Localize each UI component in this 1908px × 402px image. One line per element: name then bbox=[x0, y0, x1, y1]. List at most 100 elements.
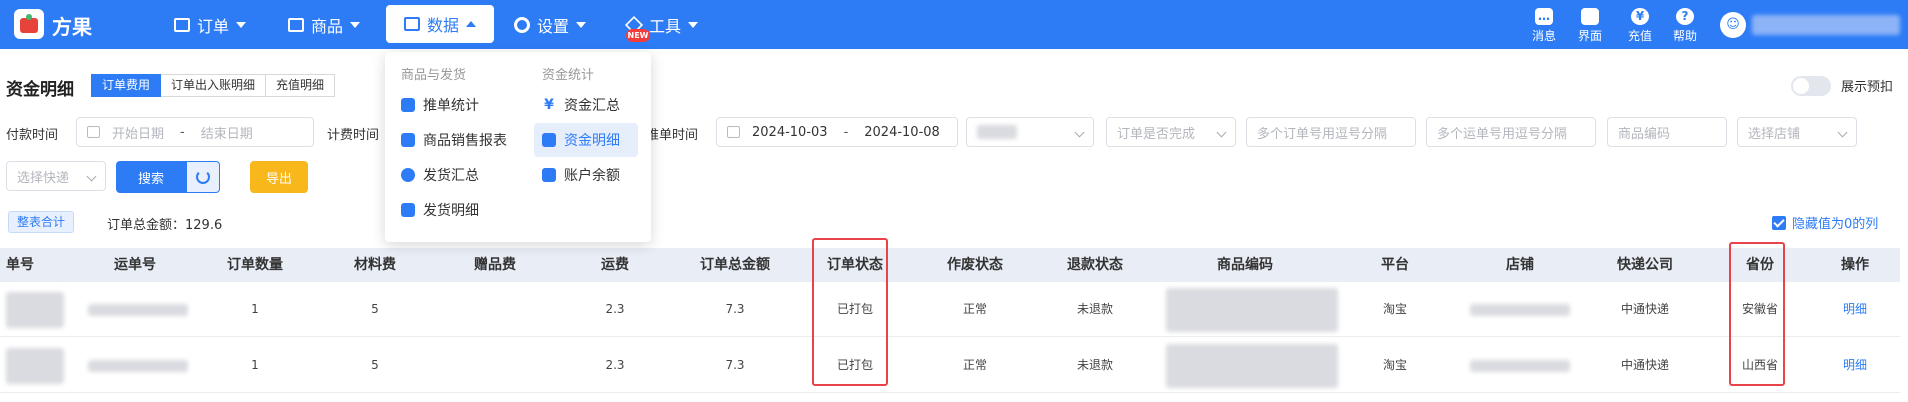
menu-item-label: 资金汇总 bbox=[564, 98, 620, 114]
hide-zero-columns-checkbox[interactable]: 隐藏值为0的列 bbox=[1772, 213, 1878, 232]
chevron-down-icon bbox=[350, 21, 361, 28]
order-complete-select[interactable]: 订单是否完成 bbox=[1106, 117, 1236, 147]
tab-recharge[interactable]: 充值明细 bbox=[266, 74, 336, 97]
user-avatar-icon[interactable]: ☺ bbox=[1720, 12, 1746, 38]
tab-order-fees[interactable]: 订单费用 bbox=[91, 74, 162, 97]
recharge-button[interactable]: ¥ 充值 bbox=[1620, 8, 1660, 44]
upload-icon bbox=[401, 98, 415, 112]
cell-order-total: 7.3 bbox=[725, 302, 745, 316]
cell-order-total: 7.3 bbox=[725, 358, 745, 372]
cell-void-status: 正常 bbox=[962, 302, 987, 316]
cell-freight: 2.3 bbox=[605, 302, 625, 316]
cell-platform: 淘宝 bbox=[1382, 302, 1407, 316]
top-navbar: 方果 订单 商品 数据 设置 工具 NEW … 消息 界面 ¥ 充值 ? 帮助 bbox=[0, 0, 1908, 49]
shop-select[interactable]: 选择店铺 bbox=[1737, 117, 1857, 147]
order-no-input[interactable]: 多个订单号用逗号分隔 bbox=[1246, 117, 1416, 147]
refresh-button[interactable] bbox=[186, 161, 220, 193]
col-material-fee: 材料费 bbox=[354, 257, 396, 273]
col-order-total: 订单总金额 bbox=[700, 257, 770, 273]
export-button[interactable]: 导出 bbox=[250, 161, 308, 193]
table-row: 1 5 2.3 7.3 已打包 正常 未退款 淘宝 中通快递 山西省 明细 bbox=[0, 338, 1900, 393]
show-prededuct-toggle[interactable] bbox=[1791, 76, 1831, 96]
tab-order-ledger[interactable]: 订单出入账明细 bbox=[161, 74, 267, 97]
cell-material-fee: 5 bbox=[371, 302, 379, 316]
cell-qty: 1 bbox=[251, 358, 259, 372]
detail-link[interactable]: 明细 bbox=[1810, 282, 1900, 337]
col-action: 操作 bbox=[1841, 257, 1869, 273]
col-refund-status: 退款状态 bbox=[1067, 257, 1123, 273]
push-time-label: 推单时间 bbox=[646, 128, 699, 143]
col-void-status: 作废状态 bbox=[947, 257, 1003, 273]
menu-item-ship-summary[interactable]: 发货汇总 bbox=[393, 158, 487, 192]
messages-button[interactable]: … 消息 bbox=[1524, 8, 1564, 44]
express-select[interactable]: 选择快递 bbox=[6, 161, 106, 191]
pay-time-label: 付款时间 bbox=[6, 128, 59, 143]
data-dropdown-menu: 商品与发货 资金统计 推单统计 商品销售报表 发货汇总 发货明细 ¥ 资金汇总 … bbox=[385, 52, 651, 242]
account-select[interactable] bbox=[966, 117, 1094, 147]
fee-time-label: 计费时间 bbox=[327, 128, 380, 143]
waybill-no-input[interactable]: 多个运单号用逗号分隔 bbox=[1426, 117, 1596, 147]
gear-icon bbox=[514, 16, 530, 33]
shirt-icon bbox=[1581, 8, 1599, 25]
detail-link[interactable]: 明细 bbox=[1810, 338, 1900, 393]
menu-item-fund-summary[interactable]: ¥ 资金汇总 bbox=[534, 88, 628, 122]
calendar-icon bbox=[727, 126, 740, 138]
col-waybill-no: 运单号 bbox=[114, 257, 156, 273]
username-blurred[interactable] bbox=[1752, 15, 1900, 35]
help-button[interactable]: ? 帮助 bbox=[1665, 8, 1705, 44]
cell-qty: 1 bbox=[251, 302, 259, 316]
interface-label: 界面 bbox=[1577, 29, 1602, 43]
nav-tools-label: 工具 bbox=[649, 16, 682, 36]
menu-group-goods-title: 商品与发货 bbox=[401, 68, 467, 83]
product-code-input[interactable]: 商品编码 bbox=[1607, 117, 1727, 147]
express-placeholder: 选择快递 bbox=[17, 170, 70, 186]
account-blurred bbox=[977, 125, 1017, 139]
nav-data[interactable]: 数据 bbox=[386, 5, 495, 43]
document-icon bbox=[542, 133, 556, 147]
checkbox-checked-icon bbox=[1772, 215, 1786, 230]
menu-item-push-stats[interactable]: 推单统计 bbox=[393, 88, 487, 122]
chart-icon bbox=[404, 17, 420, 31]
nav-orders[interactable]: 订单 bbox=[174, 0, 247, 49]
show-prededuct-label: 展示预扣 bbox=[1841, 80, 1894, 95]
page-title: 资金明细 bbox=[6, 80, 74, 100]
report-icon bbox=[401, 133, 415, 147]
order-total-amount: 订单总金额：129.6 bbox=[107, 218, 223, 233]
table-header: 单号 运单号 订单数量 材料费 赠品费 运费 订单总金额 订单状态 作废状态 退… bbox=[0, 248, 1900, 282]
menu-item-sales-report[interactable]: 商品销售报表 bbox=[393, 123, 515, 157]
yen-icon: ¥ bbox=[544, 97, 554, 113]
nav-products[interactable]: 商品 bbox=[288, 0, 361, 49]
col-freight: 运费 bbox=[601, 257, 629, 273]
menu-item-balance[interactable]: 账户余额 bbox=[534, 158, 628, 192]
menu-item-ship-detail[interactable]: 发货明细 bbox=[393, 193, 487, 227]
cell-express: 中通快递 bbox=[1620, 358, 1669, 372]
chevron-down-icon bbox=[1074, 127, 1085, 138]
summary-tag[interactable]: 整表合计 bbox=[8, 211, 75, 233]
order-complete-placeholder: 订单是否完成 bbox=[1117, 126, 1196, 142]
pay-time-range[interactable]: 开始日期 - 结束日期 bbox=[76, 117, 314, 147]
help-label: 帮助 bbox=[1672, 29, 1697, 43]
menu-item-fund-detail[interactable]: 资金明细 bbox=[534, 123, 638, 157]
menu-group-funds-title: 资金统计 bbox=[542, 68, 595, 83]
order-no-placeholder: 多个订单号用逗号分隔 bbox=[1257, 126, 1388, 142]
chevron-down-icon bbox=[236, 21, 247, 28]
search-button[interactable]: 搜索 bbox=[116, 161, 186, 193]
range-separator: - bbox=[843, 124, 849, 140]
cell-material-fee: 5 bbox=[371, 358, 379, 372]
push-time-range[interactable]: 2024-10-03 - 2024-10-08 bbox=[716, 117, 958, 147]
cell-void-status: 正常 bbox=[962, 358, 987, 372]
nav-settings-label: 设置 bbox=[537, 16, 570, 36]
cell-platform: 淘宝 bbox=[1382, 358, 1407, 372]
recharge-label: 充值 bbox=[1627, 29, 1652, 43]
product-code-placeholder: 商品编码 bbox=[1618, 126, 1671, 142]
menu-item-label: 商品销售报表 bbox=[423, 133, 507, 149]
tab-bar: 订单费用 订单出入账明细 充值明细 bbox=[91, 74, 336, 97]
interface-button[interactable]: 界面 bbox=[1570, 8, 1610, 44]
new-badge: NEW bbox=[626, 29, 650, 42]
nav-settings[interactable]: 设置 bbox=[514, 0, 587, 49]
start-date-placeholder: 开始日期 bbox=[112, 126, 165, 142]
waybill-no-blurred bbox=[88, 304, 188, 316]
end-date-placeholder: 结束日期 bbox=[200, 126, 253, 142]
message-icon: … bbox=[1535, 8, 1553, 25]
shop-blurred bbox=[1470, 360, 1570, 372]
